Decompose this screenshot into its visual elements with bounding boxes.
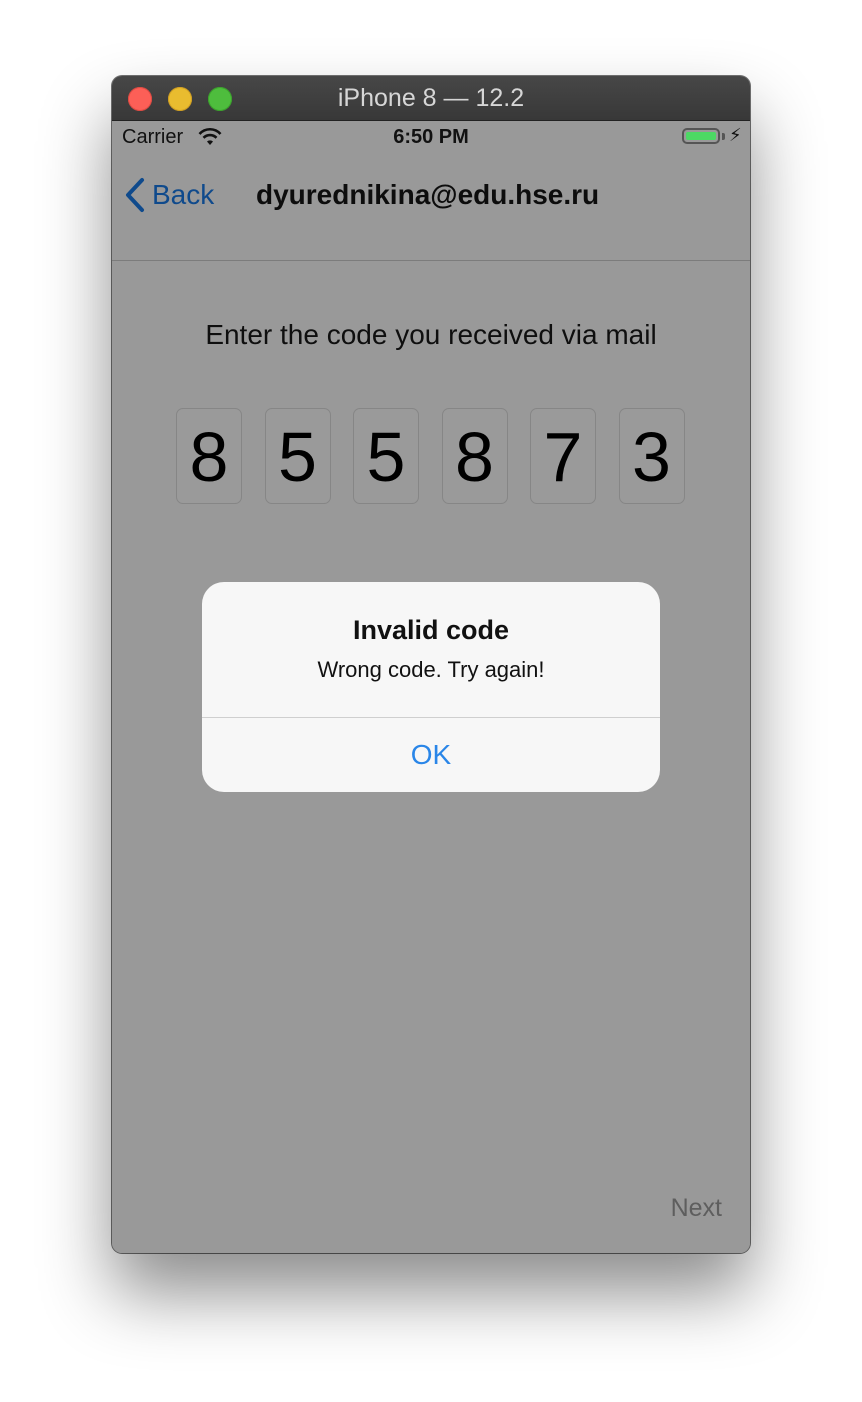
title-bar[interactable]: iPhone 8 — 12.2 xyxy=(112,76,750,121)
code-digit-field[interactable]: 5 xyxy=(353,408,419,504)
code-input-group: 8 5 5 8 7 3 xyxy=(176,408,685,504)
code-digit-field[interactable]: 8 xyxy=(441,408,508,504)
alert-message: Wrong code. Try again! xyxy=(317,657,545,682)
code-digit-field[interactable]: 5 xyxy=(264,408,331,504)
back-label: Back xyxy=(152,179,215,210)
alert-ok-button[interactable]: OK xyxy=(202,718,660,792)
status-bar: Carrier 6:50 PM ⚡ xyxy=(112,121,750,153)
simulator-window: iPhone 8 — 12.2 Carrier 6:50 PM ⚡ Back d… xyxy=(112,76,750,1253)
device-screen: Carrier 6:50 PM ⚡ Back dyurednikina@edu.… xyxy=(112,121,750,1253)
code-prompt: Enter the code you received via mail xyxy=(205,319,657,350)
code-digit-field[interactable]: 8 xyxy=(176,408,242,504)
navigation-bar: Back dyurednikina@edu.hse.ru xyxy=(112,153,750,261)
battery-tip-icon xyxy=(722,133,725,140)
status-time: 6:50 PM xyxy=(393,126,469,148)
code-digit-field[interactable]: 7 xyxy=(530,408,596,504)
battery-level xyxy=(686,132,716,140)
window-title: iPhone 8 — 12.2 xyxy=(337,84,525,112)
alert-title: Invalid code xyxy=(352,615,510,645)
battery-icon xyxy=(682,128,720,144)
code-digit-field[interactable]: 3 xyxy=(618,408,685,504)
invalid-code-alert: Invalid code Wrong code. Try again! OK xyxy=(202,582,660,792)
chevron-left-icon xyxy=(126,178,144,212)
nav-title: dyurednikina@edu.hse.ru xyxy=(256,179,600,210)
back-button[interactable]: Back xyxy=(124,175,214,215)
charging-bolt-icon: ⚡ xyxy=(729,125,742,145)
next-button[interactable]: Next xyxy=(671,1194,722,1223)
